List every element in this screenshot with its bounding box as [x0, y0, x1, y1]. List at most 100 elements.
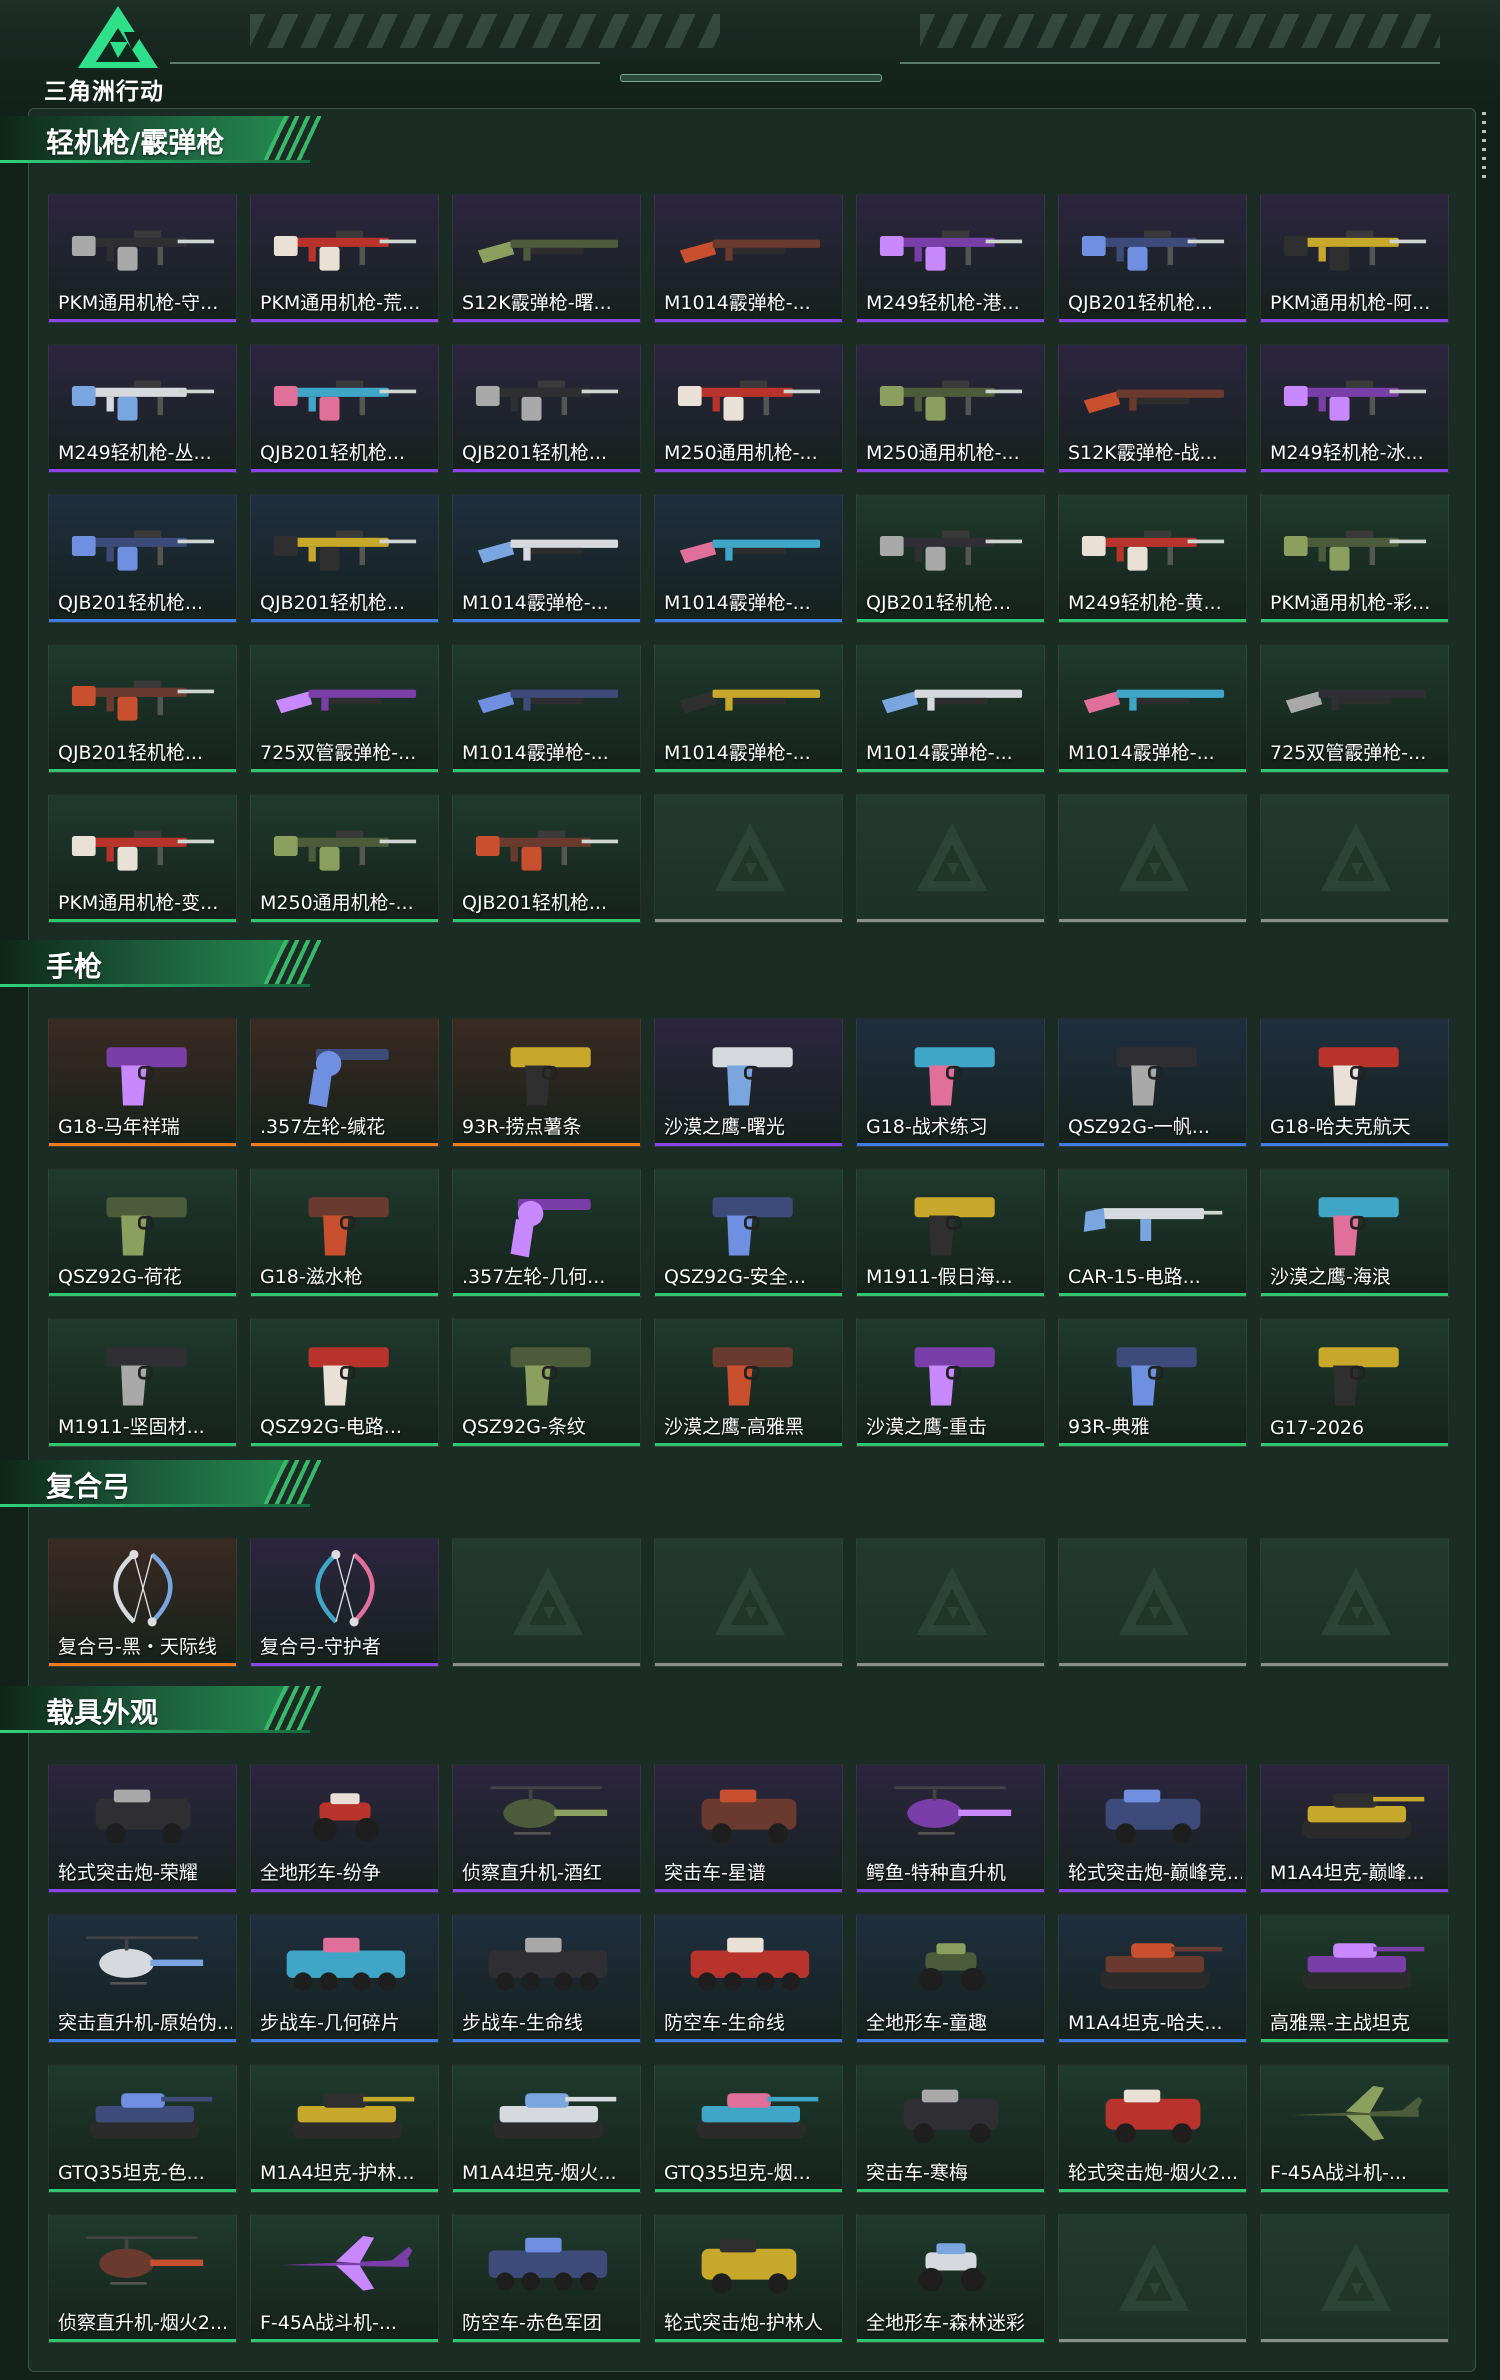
- skin-card[interactable]: GTQ35坦克-烟...: [654, 2064, 843, 2193]
- machine-gun-icon: [273, 230, 417, 271]
- skin-card[interactable]: G17-2026: [1260, 1318, 1449, 1447]
- pistol-icon: [1318, 1047, 1399, 1106]
- skin-card[interactable]: 全地形车-纷争: [250, 1764, 439, 1893]
- skin-card[interactable]: 突击车-星谱: [654, 1764, 843, 1893]
- skin-card[interactable]: QJB201轻机枪...: [48, 644, 237, 773]
- skin-card[interactable]: 93R-典雅: [1058, 1318, 1247, 1447]
- skin-card[interactable]: M250通用机枪-...: [856, 344, 1045, 473]
- skin-card[interactable]: PKM通用机枪-阿...: [1260, 194, 1449, 323]
- skin-card[interactable]: PKM通用机枪-守...: [48, 194, 237, 323]
- skin-card[interactable]: G18-马年祥瑞: [48, 1018, 237, 1147]
- skin-card[interactable]: QJB201轻机枪...: [452, 344, 641, 473]
- machine-gun-icon: [273, 380, 417, 421]
- skin-card[interactable]: S12K霰弹枪-曙...: [452, 194, 641, 323]
- skin-name: CAR-15-电路...: [1068, 1266, 1201, 1288]
- skin-card[interactable]: M250通用机枪-...: [654, 344, 843, 473]
- skin-card[interactable]: 步战车-几何碎片: [250, 1914, 439, 2043]
- skin-card[interactable]: 轮式突击炮-巅峰竞...: [1058, 1764, 1247, 1893]
- skin-card[interactable]: QJB201轻机枪...: [250, 494, 439, 623]
- skin-card[interactable]: M1A4坦克-巅峰...: [1260, 1764, 1449, 1893]
- skin-card[interactable]: M249轻机枪-丛...: [48, 344, 237, 473]
- rarity-bar: [49, 1889, 236, 1892]
- skin-card[interactable]: 全地形车-童趣: [856, 1914, 1045, 2043]
- skin-card[interactable]: M1014霰弹枪-...: [1058, 644, 1247, 773]
- skin-card[interactable]: 沙漠之鹰-曙光: [654, 1018, 843, 1147]
- skin-card[interactable]: 全地形车-森林迷彩: [856, 2214, 1045, 2343]
- scroll-indicator[interactable]: [1482, 112, 1486, 182]
- machine-gun-icon: [1283, 230, 1427, 271]
- skin-name: 725双管霰弹枪-...: [1270, 742, 1427, 764]
- skin-card[interactable]: 步战车-生命线: [452, 1914, 641, 2043]
- skin-card[interactable]: F-45A战斗机-...: [250, 2214, 439, 2343]
- skin-card[interactable]: 沙漠之鹰-重击: [856, 1318, 1045, 1447]
- skin-card[interactable]: M1014霰弹枪-...: [654, 644, 843, 773]
- skin-card[interactable]: 沙漠之鹰-高雅黑: [654, 1318, 843, 1447]
- skin-card[interactable]: PKM通用机枪-彩...: [1260, 494, 1449, 623]
- skin-card[interactable]: 725双管霰弹枪-...: [1260, 644, 1449, 773]
- section-title: 载具外观: [46, 1696, 159, 1729]
- skin-card[interactable]: QSZ92G-荷花: [48, 1168, 237, 1297]
- skin-card[interactable]: QSZ92G-安全...: [654, 1168, 843, 1297]
- skin-card[interactable]: QJB201轻机枪...: [48, 494, 237, 623]
- skin-card[interactable]: M249轻机枪-黄...: [1058, 494, 1247, 623]
- skin-card[interactable]: 防空车-生命线: [654, 1914, 843, 2043]
- skin-card[interactable]: 侦察直升机-烟火2...: [48, 2214, 237, 2343]
- skin-card[interactable]: 复合弓-守护者: [250, 1538, 439, 1667]
- skin-card[interactable]: M249轻机枪-冰...: [1260, 344, 1449, 473]
- skin-card[interactable]: 725双管霰弹枪-...: [250, 644, 439, 773]
- skin-card[interactable]: QJB201轻机枪...: [250, 344, 439, 473]
- rarity-bar: [1261, 619, 1448, 622]
- skin-card[interactable]: M1014霰弹枪-...: [452, 494, 641, 623]
- skin-card[interactable]: QSZ92G-一帆...: [1058, 1018, 1247, 1147]
- header-center-slot: [620, 74, 882, 82]
- skin-card[interactable]: M1911-假日海...: [856, 1168, 1045, 1297]
- skin-card[interactable]: 复合弓-黑・天际线: [48, 1538, 237, 1667]
- skin-card[interactable]: M1014霰弹枪-...: [654, 494, 843, 623]
- skin-card[interactable]: QJB201轻机枪...: [856, 494, 1045, 623]
- skin-card[interactable]: .357左轮-几何...: [452, 1168, 641, 1297]
- skin-card[interactable]: M1911-坚固材...: [48, 1318, 237, 1447]
- skin-card[interactable]: F-45A战斗机-...: [1260, 2064, 1449, 2193]
- skin-card[interactable]: M1A4坦克-护林...: [250, 2064, 439, 2193]
- skin-card[interactable]: M250通用机枪-...: [250, 794, 439, 923]
- shotgun-icon: [1083, 389, 1225, 414]
- pistol-icon: [308, 1197, 389, 1256]
- skin-card[interactable]: 轮式突击炮-荣耀: [48, 1764, 237, 1893]
- skin-card[interactable]: M1014霰弹枪-...: [452, 644, 641, 773]
- skin-card[interactable]: 轮式突击炮-烟火2...: [1058, 2064, 1247, 2193]
- skin-card[interactable]: 沙漠之鹰-海浪: [1260, 1168, 1449, 1297]
- skin-card[interactable]: GTQ35坦克-色...: [48, 2064, 237, 2193]
- skin-card[interactable]: G18-哈夫克航天: [1260, 1018, 1449, 1147]
- pistol-icon: [106, 1047, 187, 1106]
- skin-card[interactable]: 轮式突击炮-护林人: [654, 2214, 843, 2343]
- skin-card[interactable]: QJB201轻机枪...: [1058, 194, 1247, 323]
- rarity-bar: [453, 1889, 640, 1892]
- skin-card[interactable]: QSZ92G-电路...: [250, 1318, 439, 1447]
- skin-card[interactable]: CAR-15-电路...: [1058, 1168, 1247, 1297]
- rarity-bar: [251, 1443, 438, 1446]
- rarity-bar: [1261, 469, 1448, 472]
- skin-card[interactable]: M1014霰弹枪-...: [654, 194, 843, 323]
- skin-card[interactable]: 侦察直升机-酒红: [452, 1764, 641, 1893]
- skin-card[interactable]: .357左轮-缄花: [250, 1018, 439, 1147]
- skin-card[interactable]: 鳄鱼-特种直升机: [856, 1764, 1045, 1893]
- skin-card[interactable]: S12K霰弹枪-战...: [1058, 344, 1247, 473]
- skin-card[interactable]: 93R-捞点薯条: [452, 1018, 641, 1147]
- skin-card[interactable]: 高雅黑-主战坦克: [1260, 1914, 1449, 2043]
- skin-card[interactable]: QJB201轻机枪...: [452, 794, 641, 923]
- skin-card[interactable]: 突击直升机-原始伪...: [48, 1914, 237, 2043]
- skin-card[interactable]: 突击车-寒梅: [856, 2064, 1045, 2193]
- skin-card[interactable]: G18-战术练习: [856, 1018, 1045, 1147]
- skin-card[interactable]: M1A4坦克-哈夫...: [1058, 1914, 1247, 2043]
- skin-card[interactable]: QSZ92G-条纹: [452, 1318, 641, 1447]
- skin-card[interactable]: M249轻机枪-港...: [856, 194, 1045, 323]
- skin-card[interactable]: M1014霰弹枪-...: [856, 644, 1045, 773]
- skin-card[interactable]: 防空车-赤色军团: [452, 2214, 641, 2343]
- skin-name: M1014霰弹枪-...: [664, 742, 811, 764]
- skin-card[interactable]: G18-滋水枪: [250, 1168, 439, 1297]
- skin-card[interactable]: M1A4坦克-烟火...: [452, 2064, 641, 2193]
- skin-card[interactable]: PKM通用机枪-变...: [48, 794, 237, 923]
- rarity-bar: [1261, 769, 1448, 772]
- skin-card[interactable]: PKM通用机枪-荒...: [250, 194, 439, 323]
- shotgun-icon: [1285, 689, 1427, 714]
